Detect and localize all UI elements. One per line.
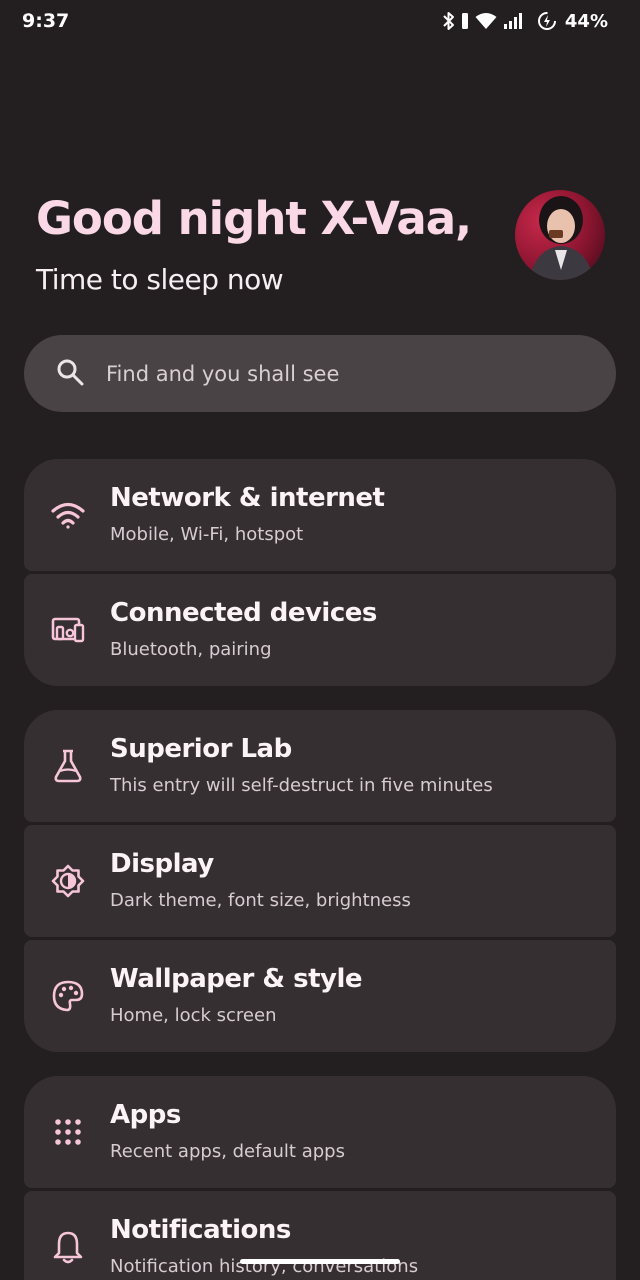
search-bar[interactable]: Find and you shall see bbox=[24, 335, 616, 412]
palette-icon bbox=[50, 978, 86, 1014]
settings-group-connectivity: Network & internet Mobile, Wi-Fi, hotspo… bbox=[24, 459, 616, 686]
signal-icon bbox=[503, 12, 523, 30]
settings-item-title: Connected devices bbox=[110, 598, 377, 628]
settings-group-apps: Apps Recent apps, default apps Notificat… bbox=[24, 1076, 616, 1280]
settings-item-wallpaper[interactable]: Wallpaper & style Home, lock screen bbox=[24, 940, 616, 1052]
vibrate-icon bbox=[461, 11, 469, 31]
settings-item-subtitle: This entry will self-destruct in five mi… bbox=[110, 775, 493, 796]
settings-item-title: Apps bbox=[110, 1100, 181, 1130]
settings-screen: 9:37 44% Good night X-Vaa, Time to sleep… bbox=[0, 0, 640, 1280]
wifi-icon bbox=[475, 12, 497, 30]
settings-group-personalization: Superior Lab This entry will self-destru… bbox=[24, 710, 616, 1052]
search-icon bbox=[56, 358, 84, 390]
settings-item-display[interactable]: Display Dark theme, font size, brightnes… bbox=[24, 825, 616, 937]
settings-item-subtitle: Mobile, Wi-Fi, hotspot bbox=[110, 524, 304, 545]
devices-icon bbox=[50, 612, 86, 648]
home-indicator[interactable] bbox=[240, 1259, 400, 1264]
greeting-subtitle: Time to sleep now bbox=[36, 263, 284, 296]
settings-item-network[interactable]: Network & internet Mobile, Wi-Fi, hotspo… bbox=[24, 459, 616, 571]
search-placeholder: Find and you shall see bbox=[106, 361, 340, 386]
apps-grid-icon bbox=[50, 1114, 86, 1150]
settings-item-subtitle: Dark theme, font size, brightness bbox=[110, 890, 411, 911]
bell-icon bbox=[50, 1229, 86, 1265]
settings-item-notifications[interactable]: Notifications Notification history, conv… bbox=[24, 1191, 616, 1280]
settings-item-title: Wallpaper & style bbox=[110, 964, 363, 994]
status-bar: 9:37 44% bbox=[0, 0, 640, 42]
settings-item-title: Superior Lab bbox=[110, 734, 292, 764]
settings-item-title: Display bbox=[110, 849, 214, 879]
greeting-title: Good night X-Vaa, bbox=[36, 192, 472, 245]
wifi-icon bbox=[50, 497, 86, 533]
settings-item-apps[interactable]: Apps Recent apps, default apps bbox=[24, 1076, 616, 1188]
status-icons: 44% bbox=[443, 11, 608, 32]
status-time: 9:37 bbox=[22, 10, 70, 32]
battery-percentage: 44% bbox=[564, 10, 608, 32]
brightness-icon bbox=[50, 863, 86, 899]
settings-item-title: Network & internet bbox=[110, 483, 385, 513]
settings-item-subtitle: Bluetooth, pairing bbox=[110, 639, 272, 660]
settings-item-title: Notifications bbox=[110, 1215, 291, 1245]
avatar[interactable] bbox=[515, 190, 605, 280]
battery-saver-icon bbox=[537, 11, 557, 31]
settings-item-subtitle: Recent apps, default apps bbox=[110, 1141, 345, 1162]
settings-item-superior-lab[interactable]: Superior Lab This entry will self-destru… bbox=[24, 710, 616, 822]
settings-item-subtitle: Home, lock screen bbox=[110, 1005, 277, 1026]
settings-item-connected-devices[interactable]: Connected devices Bluetooth, pairing bbox=[24, 574, 616, 686]
bluetooth-icon bbox=[443, 11, 455, 31]
flask-icon bbox=[50, 748, 86, 784]
